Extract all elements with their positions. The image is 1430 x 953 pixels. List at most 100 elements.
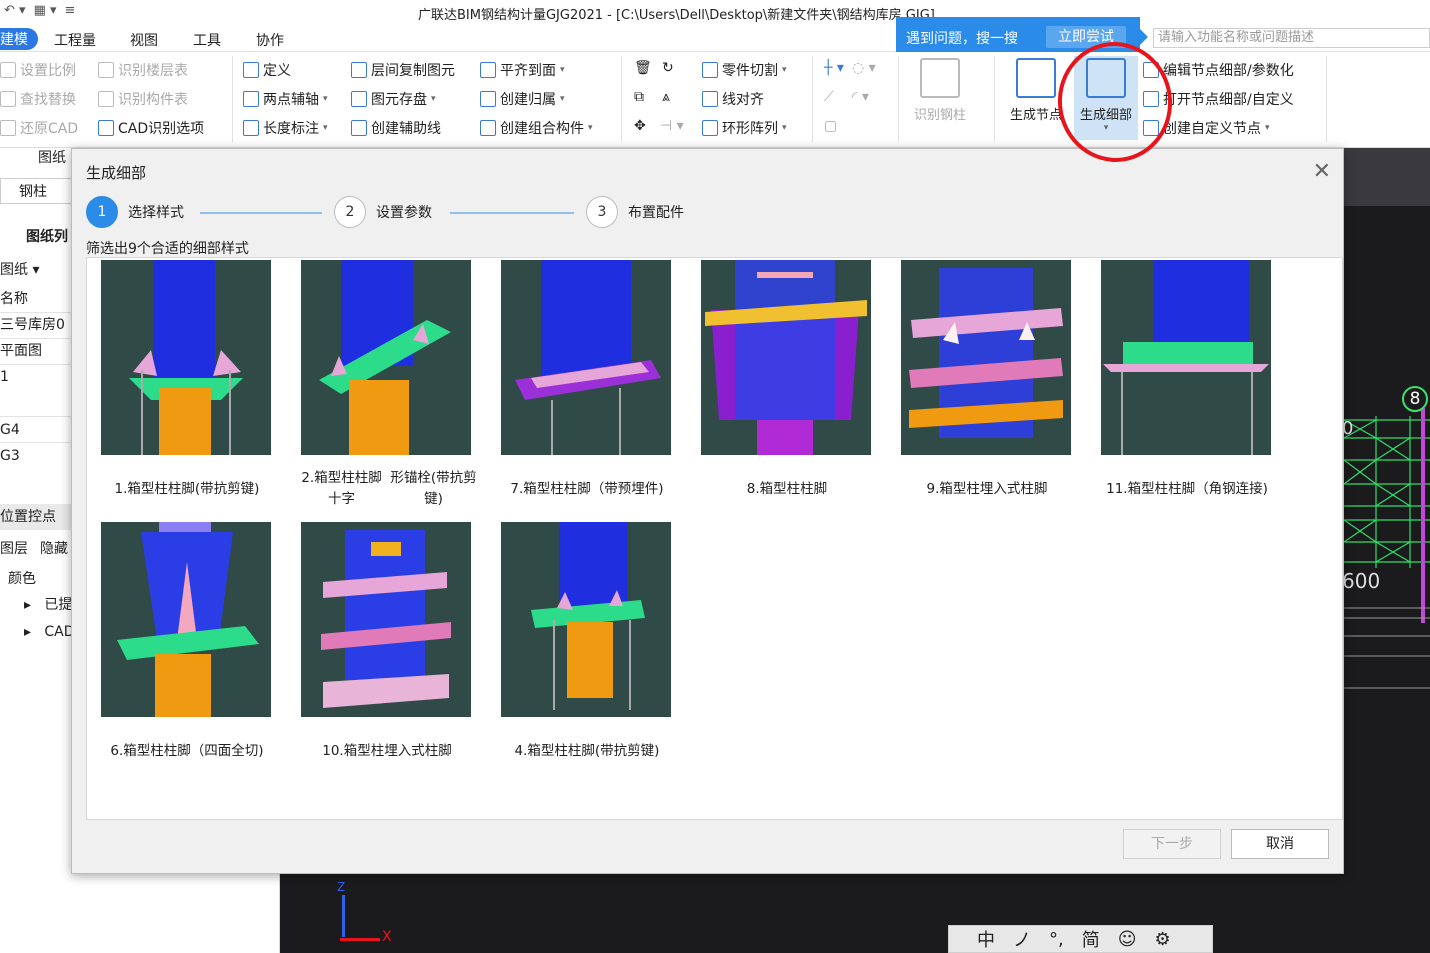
x-axis-label: X <box>382 929 392 945</box>
recognize-steel-column-button[interactable]: 识别钢柱 <box>908 56 972 140</box>
point-icon[interactable]: ┼ ▾ <box>824 60 844 76</box>
part-cut-button[interactable]: 零件切割 ▾ <box>702 60 787 80</box>
element-save-button[interactable]: 图元存盘 ▾ <box>351 89 436 109</box>
member-type-dropdown[interactable]: 钢柱 <box>0 178 72 204</box>
menu-view[interactable]: 视图 <box>130 30 158 50</box>
detail-style-card[interactable]: 4.箱型柱柱脚(带抗剪键) <box>501 522 673 773</box>
array-icon <box>702 120 718 136</box>
close-icon[interactable]: ✕ <box>1313 159 1331 184</box>
row-divider <box>0 364 72 365</box>
ime-emoji-icon[interactable]: ☺ <box>1118 929 1137 950</box>
cancel-button[interactable]: 取消 <box>1231 829 1329 859</box>
menu-quantity[interactable]: 工程量 <box>54 30 96 50</box>
node-icon <box>1016 58 1056 98</box>
detail-caption: 6.箱型柱柱 脚（四面全切) <box>110 742 264 759</box>
ime-chinese-toggle[interactable]: 中 <box>977 926 995 952</box>
step-number: 2 <box>334 196 366 228</box>
define-button[interactable]: 定义 <box>243 60 291 80</box>
menu-modeling[interactable]: 建模 <box>0 28 38 50</box>
recognize-floor-table-button[interactable]: 识别楼层表 <box>98 60 188 80</box>
undo-icon[interactable]: ↶ ▾ <box>4 3 26 18</box>
scale-icon <box>0 62 16 78</box>
axis-number-badge: 8 <box>1402 386 1428 412</box>
customize-icon[interactable]: ≡ <box>65 3 76 18</box>
list-item[interactable]: G4 <box>0 417 20 443</box>
detail-thumbnail <box>501 260 671 455</box>
recognize-member-table-button[interactable]: 识别构件表 <box>98 89 188 109</box>
menu-collaborate[interactable]: 协作 <box>256 30 284 50</box>
find-replace-button[interactable]: 查找替换 <box>0 89 76 109</box>
detail-style-card[interactable]: 1.箱型柱柱脚(带抗剪键) <box>101 260 273 511</box>
list-item[interactable]: 1 <box>0 364 9 390</box>
create-aux-line-button[interactable]: 创建辅助线 <box>351 118 441 138</box>
ime-settings-icon[interactable]: ⚙ <box>1155 929 1171 950</box>
move-icon[interactable]: ✥ <box>634 118 646 134</box>
detail-style-card[interactable]: 8.箱型柱柱脚 <box>701 260 873 511</box>
find-icon <box>0 91 16 107</box>
step-label: 设置参数 <box>376 205 432 221</box>
column-icon <box>920 58 960 98</box>
step-number: 3 <box>586 196 618 228</box>
detail-style-card[interactable]: 7.箱型柱柱 脚（带预埋件) <box>501 260 673 511</box>
detail-style-gallery: 1.箱型柱柱脚(带抗剪键) 2.箱型柱柱脚十字 形锚栓(带抗剪键) 7.箱型柱柱… <box>86 257 1343 820</box>
line-icon[interactable]: ⟋ <box>824 89 834 105</box>
drawing-dropdown[interactable]: 图纸 ▾ <box>0 257 39 283</box>
detail-style-card[interactable]: 2.箱型柱柱脚十字 形锚栓(带抗剪键) <box>301 260 477 511</box>
detail-style-card[interactable]: 11.箱型柱柱 脚（角钢连接) <box>1101 260 1273 511</box>
mirror-icon[interactable]: ⩓ <box>662 89 670 105</box>
delete-icon[interactable]: 🗑 <box>634 60 652 76</box>
menu-tools[interactable]: 工具 <box>193 30 221 50</box>
line-align-button[interactable]: 线对齐 <box>702 89 764 109</box>
create-composite-member-button[interactable]: 创建组合构件 ▾ <box>480 118 593 138</box>
set-scale-button[interactable]: 设置比例 <box>0 60 76 80</box>
locate-control-section[interactable]: 位置控点 <box>0 504 72 530</box>
align-to-face-button[interactable]: 平齐到面 ▾ <box>480 60 565 80</box>
detail-caption: 2.箱型柱柱脚十字 形锚栓(带抗剪键) <box>301 470 477 507</box>
detail-style-card[interactable]: 6.箱型柱柱 脚（四面全切) <box>101 522 273 773</box>
circular-array-button[interactable]: 环形阵列 ▾ <box>702 118 787 138</box>
ime-moon-icon[interactable]: ノ <box>1013 926 1031 952</box>
ribbon-separator <box>232 56 233 142</box>
column-base-image <box>531 522 645 710</box>
copy-between-floors-button[interactable]: 层间复制图元 <box>351 60 455 80</box>
list-item[interactable]: G3 <box>0 443 20 469</box>
cad-recognize-options-button[interactable]: CAD识别选项 <box>98 118 204 138</box>
copy-element-icon[interactable]: ⧉ <box>634 89 644 105</box>
window-title: 广联达BIM钢结构计量GJG2021 - [C:\Users\Dell\Desk… <box>418 8 935 23</box>
rotate-icon[interactable]: ↻ <box>662 60 674 76</box>
tree-item[interactable]: ▸ 已提 <box>24 592 72 618</box>
list-item[interactable]: 三号库房0 <box>0 312 65 338</box>
ribbon-separator <box>898 56 899 142</box>
drawing-list-tab[interactable]: 图纸列 <box>26 224 68 250</box>
two-point-axis-button[interactable]: 两点辅轴 ▾ <box>243 89 328 109</box>
extend-icon[interactable]: ⊣ ▾ <box>660 118 684 134</box>
detail-style-card[interactable]: 9.箱型柱埋入式柱脚 <box>901 260 1073 511</box>
tree-item[interactable]: ▸ CAD <box>24 619 75 645</box>
drawing-tab[interactable]: 图纸 <box>38 145 66 171</box>
create-ownership-button[interactable]: 创建归属 ▾ <box>480 89 565 109</box>
layer-tab[interactable]: 图层 <box>0 536 28 562</box>
function-search-input[interactable]: 请输入功能名称或问题描述 <box>1153 28 1430 48</box>
tip-text: 遇到问题，搜一搜 <box>906 31 1018 47</box>
circle-icon[interactable]: ◌ ▾ <box>852 60 876 76</box>
grid-icon[interactable]: ▦ ▾ <box>34 3 57 18</box>
detail-caption: 9.箱型柱埋入式柱脚 <box>926 480 1048 497</box>
next-step-button[interactable]: 下一步 <box>1123 829 1221 859</box>
hide-tab[interactable]: 隐藏 <box>40 536 68 562</box>
table-icon <box>98 62 114 78</box>
composite-icon <box>480 120 496 136</box>
ime-simplified-toggle[interactable]: 简 <box>1082 926 1100 952</box>
generate-detail-dialog: 生成细部 ✕ 1 选择样式 2 设置参数 3 布置配件 筛选出9个合适的细部样式 <box>71 148 1344 874</box>
restore-cad-button[interactable]: 还原CAD <box>0 118 78 138</box>
rect-icon[interactable]: ▢ <box>824 118 837 134</box>
list-item[interactable]: 平面图 <box>0 338 42 364</box>
column-base-image <box>705 260 867 455</box>
arc-icon[interactable]: ◜ ▾ <box>852 89 869 105</box>
dimension-icon <box>243 120 259 136</box>
detail-style-card[interactable]: 10.箱型柱埋入式柱脚 <box>301 522 473 773</box>
dropdown-arrow-icon: ▾ <box>782 123 787 133</box>
length-dimension-button[interactable]: 长度标注 ▾ <box>243 118 328 138</box>
ime-punct-icon[interactable]: °, <box>1049 929 1064 950</box>
color-column-header: 颜色 <box>8 571 36 587</box>
ribbon-separator <box>1326 56 1327 142</box>
